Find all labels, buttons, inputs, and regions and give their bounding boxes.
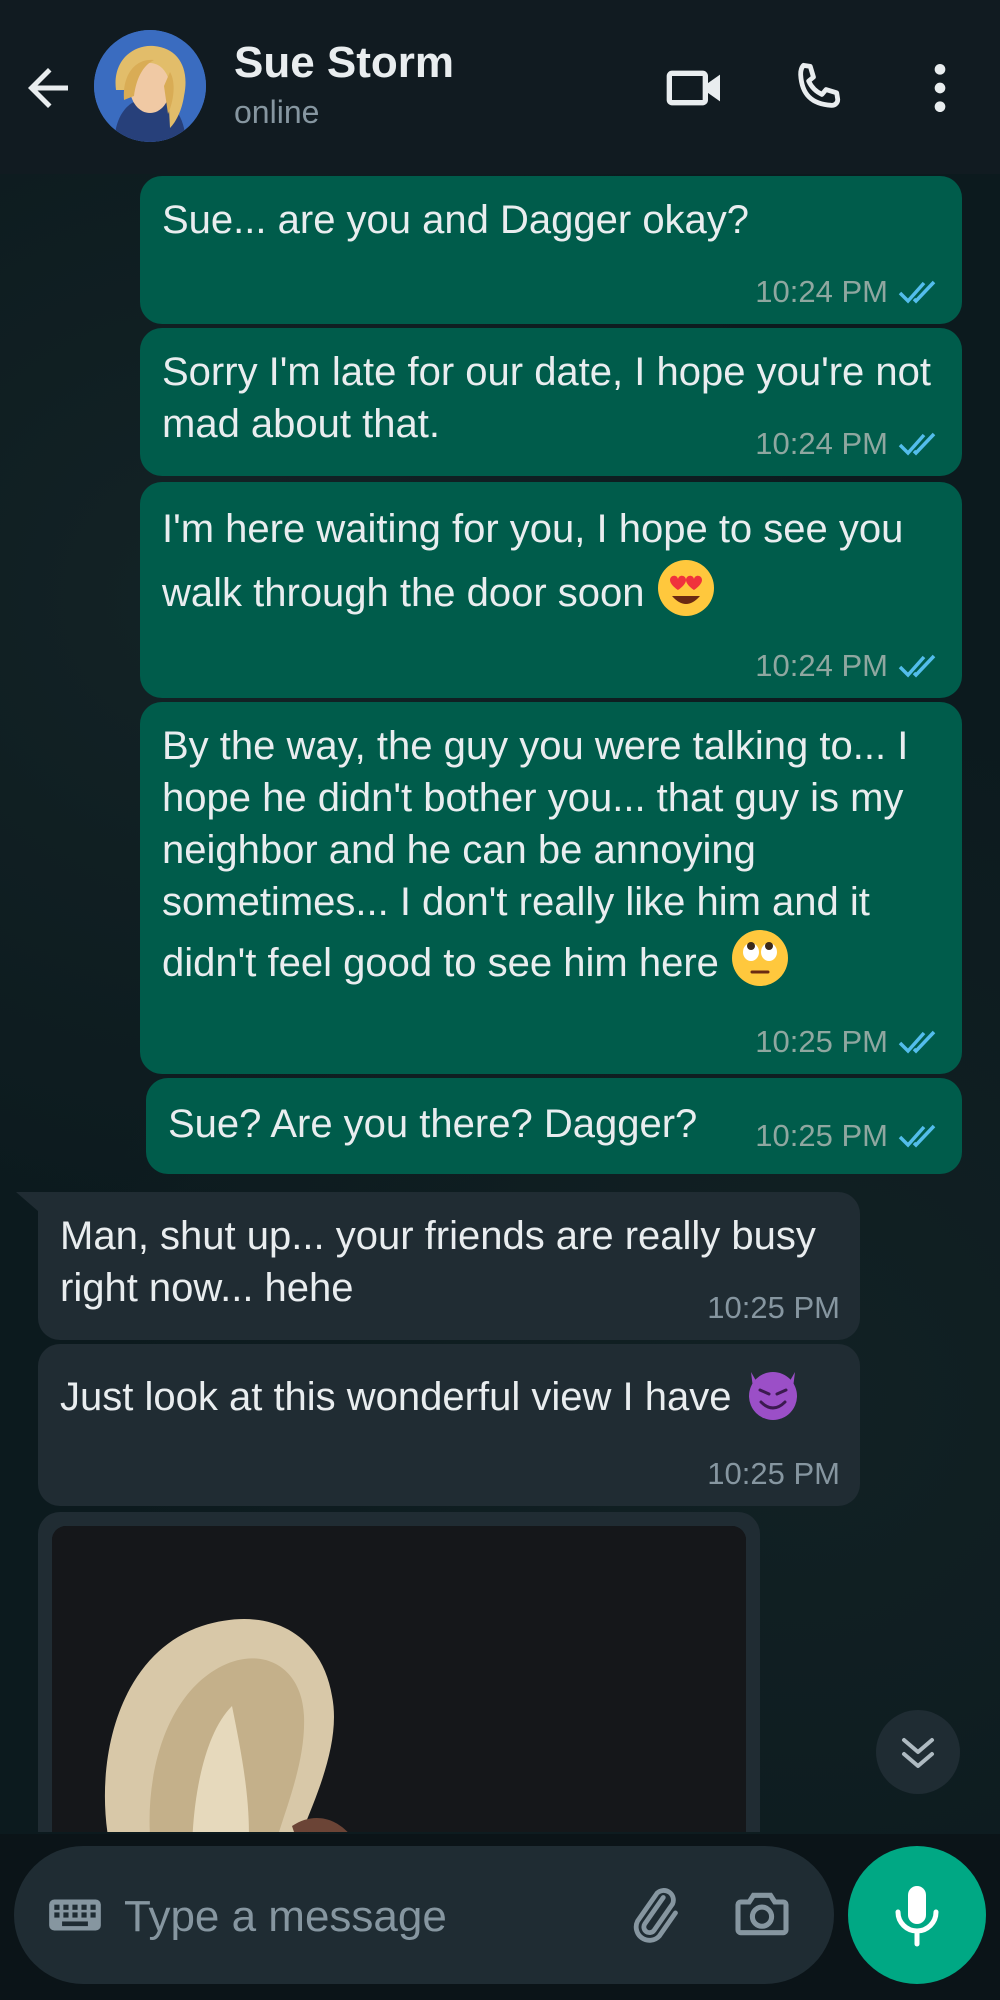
- message-input-container[interactable]: [14, 1846, 834, 1984]
- message-meta: 10:25 PM: [707, 1454, 840, 1494]
- message-text: I'm here waiting for you, I hope to see …: [162, 507, 915, 615]
- message-image[interactable]: [52, 1526, 746, 1832]
- message-meta: 10:25 PM: [707, 1288, 840, 1328]
- message-time: 10:25 PM: [755, 1024, 888, 1059]
- chat-header: Sue Storm online: [0, 0, 1000, 174]
- voice-message-button[interactable]: [848, 1846, 986, 1984]
- message-bubble-outgoing[interactable]: By the way, the guy you were talking to.…: [140, 702, 962, 1074]
- message-bubble-incoming[interactable]: Man, shut up... your friends are really …: [38, 1192, 860, 1340]
- contact-name[interactable]: Sue Storm: [234, 38, 454, 88]
- chat-screen: Sue Storm online Sue... are you and Dagg…: [0, 0, 1000, 2000]
- message-meta: 10:24 PM: [755, 272, 942, 312]
- message-bubble-outgoing[interactable]: Sue? Are you there? Dagger? 10:25 PM: [146, 1078, 962, 1174]
- message-text: Sue? Are you there? Dagger?: [168, 1102, 698, 1146]
- avatar[interactable]: [94, 30, 206, 142]
- message-bubble-outgoing[interactable]: Sue... are you and Dagger okay? 10:24 PM: [140, 176, 962, 324]
- double-chevron-down-icon: [902, 1738, 934, 1768]
- double-check-read-icon: [898, 432, 936, 456]
- message-input[interactable]: [122, 1886, 506, 1948]
- smiling-devil-emoji-icon: [748, 1372, 797, 1420]
- message-time: 10:24 PM: [755, 648, 888, 683]
- message-bubble-outgoing[interactable]: I'm here waiting for you, I hope to see …: [140, 482, 962, 698]
- message-text: By the way, the guy you were talking to.…: [162, 724, 920, 985]
- message-time: 10:25 PM: [707, 1290, 840, 1325]
- message-text-wrap: By the way, the guy you were talking to.…: [162, 720, 952, 989]
- contact-status: online: [234, 94, 320, 130]
- keyboard-icon[interactable]: [44, 1884, 106, 1946]
- composer-bar: [0, 1834, 1000, 2000]
- microphone-icon: [895, 1886, 939, 1947]
- double-check-read-icon: [898, 280, 936, 304]
- message-meta: 10:25 PM: [755, 1116, 942, 1156]
- back-arrow-icon[interactable]: [18, 58, 78, 118]
- message-text-wrap: I'm here waiting for you, I hope to see …: [162, 500, 940, 622]
- eye-roll-emoji-icon: [732, 930, 789, 986]
- message-time: 10:24 PM: [755, 426, 888, 461]
- scroll-to-bottom-button[interactable]: [876, 1710, 960, 1794]
- double-check-read-icon: [898, 654, 936, 678]
- message-time: 10:25 PM: [707, 1456, 840, 1491]
- message-bubble-outgoing[interactable]: Sorry I'm late for our date, I hope you'…: [140, 328, 962, 476]
- message-meta: 10:25 PM: [755, 1022, 942, 1062]
- message-meta: 10:24 PM: [755, 424, 942, 464]
- more-options-icon[interactable]: [908, 56, 972, 120]
- message-time: 10:25 PM: [755, 1118, 888, 1153]
- video-call-icon[interactable]: [664, 56, 728, 120]
- heart-eyes-emoji-icon: [657, 560, 714, 616]
- message-text-wrap: Just look at this wonderful view I have: [60, 1362, 838, 1423]
- voice-call-icon[interactable]: [786, 56, 850, 120]
- camera-icon[interactable]: [730, 1882, 794, 1946]
- message-text: Just look at this wonderful view I have: [60, 1375, 732, 1419]
- image-message-bubble[interactable]: [38, 1512, 760, 1832]
- message-time: 10:24 PM: [755, 274, 888, 309]
- double-check-read-icon: [898, 1030, 936, 1054]
- double-check-read-icon: [898, 1124, 936, 1148]
- message-text: Sue... are you and Dagger okay?: [162, 198, 750, 242]
- paperclip-icon[interactable]: [622, 1882, 686, 1946]
- message-bubble-incoming[interactable]: Just look at this wonderful view I have …: [38, 1344, 860, 1506]
- message-meta: 10:24 PM: [755, 646, 942, 686]
